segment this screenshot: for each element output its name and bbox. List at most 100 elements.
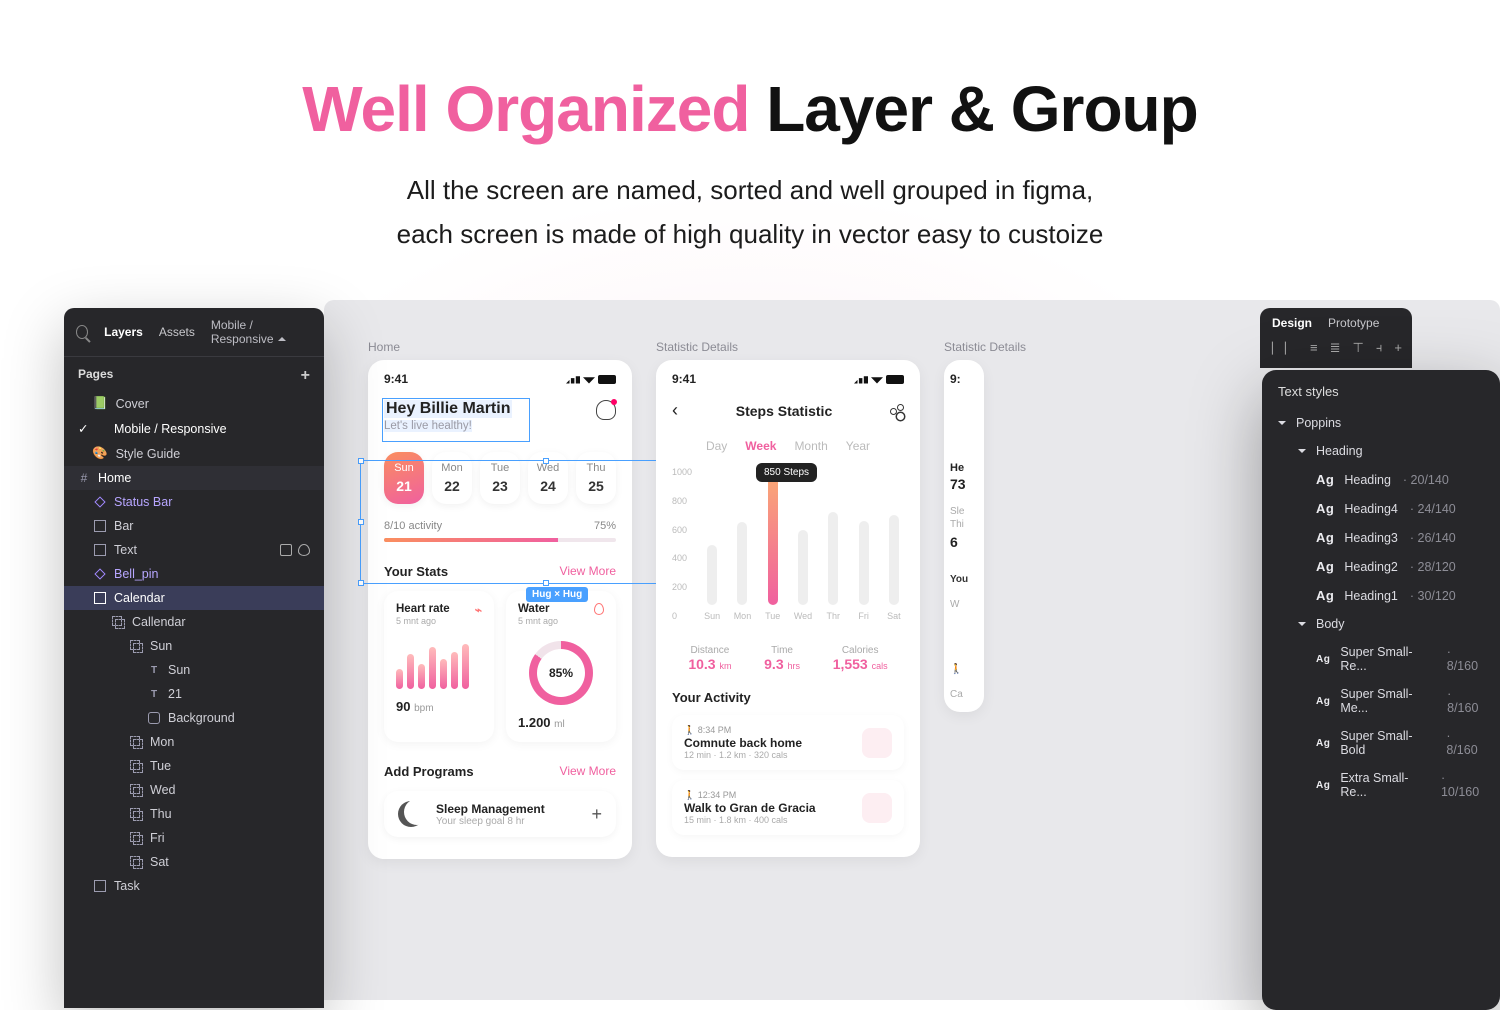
add-program-icon[interactable]: + (591, 804, 602, 825)
day-mon[interactable]: Mon22 (432, 452, 472, 504)
layer-bell-pin[interactable]: Bell_pin (64, 562, 324, 586)
view-more-stats[interactable]: View More (560, 564, 616, 579)
wifi-icon (583, 375, 595, 384)
layer-21[interactable]: T21 (64, 682, 324, 706)
pages-header: Pages (78, 367, 113, 385)
layer-callendar[interactable]: Callendar (64, 610, 324, 634)
text-styles-header: Text styles (1262, 370, 1500, 409)
phone-steps[interactable]: 9:41 ‹ Steps Statistic Day Week Month Ye… (656, 360, 920, 857)
layer-text[interactable]: Text (64, 538, 324, 562)
your-activity-title: Your Activity (672, 690, 751, 705)
steps-bar-wed[interactable]: Wed (793, 530, 813, 621)
activity-1[interactable]: 🚶 8:34 PMComnute back home12 min · 1.2 k… (672, 715, 904, 770)
greeting: Hey Billie Martin (384, 400, 512, 418)
layer-sun-text[interactable]: TSun (64, 658, 324, 682)
activity-count: 8/10 activity (384, 520, 442, 532)
page-mode[interactable]: Mobile / Responsive (211, 318, 312, 346)
hero-subtitle: All the screen are named, sorted and wel… (0, 168, 1500, 256)
tab-layers[interactable]: Layers (104, 325, 143, 339)
bell-icon[interactable] (596, 400, 616, 420)
text-style-super-small-re-[interactable]: AgSuper Small-Re... · 8/160 (1262, 638, 1500, 680)
phone-peek[interactable]: 9: He 73 Sle Thi 6 You W 🚶 Ca (944, 360, 984, 712)
layer-sun-group[interactable]: Sun (64, 634, 324, 658)
steps-bar-fri[interactable]: Fri (853, 521, 873, 621)
program-sleep[interactable]: Sleep ManagementYour sleep goal 8 hr + (384, 791, 616, 837)
range-tabs[interactable]: Day Week Month Year (672, 439, 904, 453)
hero: Well Organized Layer & Group All the scr… (0, 0, 1500, 256)
day-sun[interactable]: Sun21 (384, 452, 424, 504)
tab-assets[interactable]: Assets (159, 325, 195, 339)
day-tue[interactable]: Tue23 (480, 452, 520, 504)
back-icon[interactable]: ‹ (672, 400, 678, 421)
layer-home[interactable]: #Home (64, 466, 324, 490)
add-page-icon[interactable]: + (301, 367, 310, 385)
frame-label-peek[interactable]: Statistic Details (944, 340, 1026, 354)
day-thu[interactable]: Thu25 (576, 452, 616, 504)
activity-icon (862, 793, 892, 823)
share-icon[interactable] (890, 404, 904, 418)
status-bar: 9:41 (384, 372, 616, 386)
text-styles-panel: Text styles Poppins Heading AgHeading · … (1262, 370, 1500, 1010)
steps-bar-thr[interactable]: Thr (823, 512, 843, 621)
layer-wed[interactable]: Wed (64, 778, 324, 802)
metric-calories: Calories1,553 cals (833, 645, 888, 672)
tab-design[interactable]: Design (1272, 316, 1312, 330)
layer-thu[interactable]: Thu (64, 802, 324, 826)
group-body[interactable]: Body (1262, 610, 1500, 638)
layer-tue[interactable]: Tue (64, 754, 324, 778)
text-style-heading1[interactable]: AgHeading1 · 30/120 (1262, 581, 1500, 610)
tab-prototype[interactable]: Prototype (1328, 316, 1379, 330)
frame-label-steps[interactable]: Statistic Details (656, 340, 920, 354)
heart-rate-icon: ⌁ (475, 603, 482, 627)
steps-bar-sat[interactable]: Sat (884, 515, 904, 621)
layer-sat[interactable]: Sat (64, 850, 324, 874)
steps-bar-mon[interactable]: Mon (732, 522, 752, 621)
hug-badge: Hug × Hug (526, 587, 588, 602)
battery-icon (598, 375, 616, 384)
layer-fri[interactable]: Fri (64, 826, 324, 850)
greeting-sub: Let's live healthy! (384, 420, 472, 432)
layer-mon[interactable]: Mon (64, 730, 324, 754)
steps-title: Steps Statistic (736, 403, 832, 419)
layers-panel: Layers Assets Mobile / Responsive Pages … (64, 308, 324, 1008)
frame-label-home[interactable]: Home (368, 340, 632, 354)
text-style-heading4[interactable]: AgHeading4 · 24/140 (1262, 494, 1500, 523)
card-water[interactable]: Water5 mnt ago 85% 1.200 ml (506, 591, 616, 742)
activity-pct: 75% (594, 520, 616, 532)
day-wed[interactable]: Wed24 (528, 452, 568, 504)
calendar-row[interactable]: Sun21 Mon22 Tue23 Wed24 Thu25 (384, 452, 616, 504)
text-style-heading3[interactable]: AgHeading3 · 26/140 (1262, 523, 1500, 552)
lock-icon[interactable] (280, 544, 292, 556)
text-style-super-small-me-[interactable]: AgSuper Small-Me... · 8/160 (1262, 680, 1500, 722)
text-style-heading2[interactable]: AgHeading2 · 28/120 (1262, 552, 1500, 581)
layer-background[interactable]: Background (64, 706, 324, 730)
view-more-programs[interactable]: View More (560, 764, 616, 779)
layer-task[interactable]: Task (64, 874, 324, 898)
water-icon (594, 603, 604, 615)
page-cover[interactable]: 📗Cover (64, 391, 324, 416)
steps-bar-tue[interactable]: Tue (763, 477, 783, 621)
page-mobile[interactable]: ✓Mobile / Responsive (64, 416, 324, 441)
phone-home[interactable]: 9:41 Hey Billie Martin Let's live health… (368, 360, 632, 859)
eye-icon[interactable] (298, 544, 310, 556)
align-tools[interactable]: ⎸⎸≡≣⊤⫞+ (1272, 340, 1400, 356)
layer-status-bar[interactable]: Status Bar (64, 490, 324, 514)
card-heart[interactable]: Heart rate5 mnt ago⌁ 90 bpm (384, 591, 494, 742)
layer-calendar[interactable]: Calendar (64, 586, 324, 610)
font-family[interactable]: Poppins (1262, 409, 1500, 437)
group-heading[interactable]: Heading (1262, 437, 1500, 465)
layer-bar[interactable]: Bar (64, 514, 324, 538)
metric-distance: Distance10.3 km (688, 645, 731, 672)
activity-2[interactable]: 🚶 12:34 PMWalk to Gran de Gracia15 min ·… (672, 780, 904, 835)
text-style-heading[interactable]: AgHeading · 20/140 (1262, 465, 1500, 494)
steps-bar-sun[interactable]: Sun (702, 545, 722, 621)
search-icon[interactable] (76, 325, 88, 339)
design-panel-header: Design Prototype ⎸⎸≡≣⊤⫞+ (1260, 308, 1412, 368)
your-stats-title: Your Stats (384, 564, 448, 579)
add-programs-title: Add Programs (384, 764, 474, 779)
activity-icon (862, 728, 892, 758)
text-style-extra-small-re-[interactable]: AgExtra Small-Re... · 10/160 (1262, 764, 1500, 806)
text-style-super-small-bold[interactable]: AgSuper Small-Bold · 8/160 (1262, 722, 1500, 764)
activity-progress (384, 538, 616, 542)
page-style-guide[interactable]: 🎨Style Guide (64, 441, 324, 466)
